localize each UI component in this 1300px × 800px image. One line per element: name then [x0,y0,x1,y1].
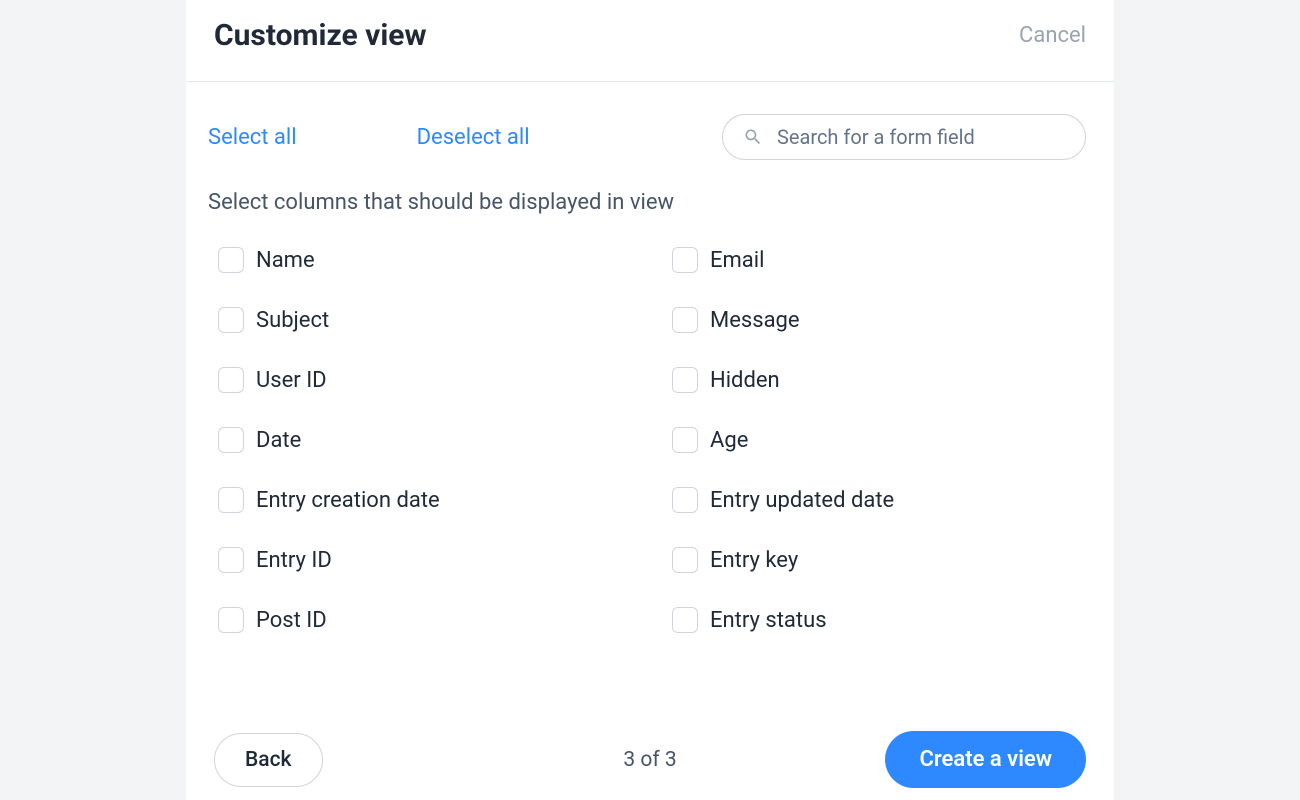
customize-view-modal: Customize view Cancel Select all Deselec… [186,0,1114,800]
checkbox-entry-updated-date[interactable] [672,487,698,513]
field-item-entry-updated-date: Entry updated date [672,487,1086,513]
field-label: Entry status [710,608,827,633]
field-item-email: Email [672,247,1086,273]
modal-title: Customize view [214,18,427,53]
field-label: Subject [256,308,329,333]
modal-footer: Back 3 of 3 Create a view [186,731,1114,788]
select-links: Select all Deselect all [208,125,530,150]
checkbox-subject[interactable] [218,307,244,333]
cancel-button[interactable]: Cancel [1019,23,1086,48]
field-item-entry-creation-date: Entry creation date [218,487,632,513]
modal-header: Customize view Cancel [186,0,1114,82]
field-label: Age [710,428,748,453]
select-all-button[interactable]: Select all [208,125,297,150]
search-input[interactable] [777,125,1065,149]
checkbox-name[interactable] [218,247,244,273]
modal-body: Select all Deselect all Select columns t… [186,82,1114,633]
checkbox-post-id[interactable] [218,607,244,633]
field-item-hidden: Hidden [672,367,1086,393]
field-item-message: Message [672,307,1086,333]
deselect-all-button[interactable]: Deselect all [417,125,530,150]
controls-row: Select all Deselect all [208,114,1086,160]
checkbox-date[interactable] [218,427,244,453]
field-label: Message [710,308,800,333]
checkbox-entry-id[interactable] [218,547,244,573]
field-label: Post ID [256,608,327,633]
search-icon [743,127,763,147]
checkbox-entry-key[interactable] [672,547,698,573]
field-label: Email [710,248,764,273]
field-label: Entry key [710,548,798,573]
create-view-button[interactable]: Create a view [885,731,1086,788]
field-label: Entry creation date [256,488,440,513]
checkbox-entry-status[interactable] [672,607,698,633]
field-label: Entry updated date [710,488,894,513]
field-item-user-id: User ID [218,367,632,393]
field-item-name: Name [218,247,632,273]
field-label: User ID [256,368,327,393]
checkbox-age[interactable] [672,427,698,453]
field-item-post-id: Post ID [218,607,632,633]
checkbox-message[interactable] [672,307,698,333]
checkbox-entry-creation-date[interactable] [218,487,244,513]
checkbox-email[interactable] [672,247,698,273]
field-label: Date [256,428,301,453]
instruction-text: Select columns that should be displayed … [208,190,1086,215]
checkbox-hidden[interactable] [672,367,698,393]
field-item-age: Age [672,427,1086,453]
back-button[interactable]: Back [214,733,323,787]
search-field-wrap[interactable] [722,114,1086,160]
field-grid: Name Email Subject Message User ID Hidde… [208,247,1086,633]
field-item-entry-status: Entry status [672,607,1086,633]
field-item-date: Date [218,427,632,453]
field-item-entry-key: Entry key [672,547,1086,573]
field-item-subject: Subject [218,307,632,333]
step-indicator: 3 of 3 [623,748,676,772]
field-label: Name [256,248,315,273]
field-item-entry-id: Entry ID [218,547,632,573]
checkbox-user-id[interactable] [218,367,244,393]
field-label: Hidden [710,368,780,393]
field-label: Entry ID [256,548,332,573]
